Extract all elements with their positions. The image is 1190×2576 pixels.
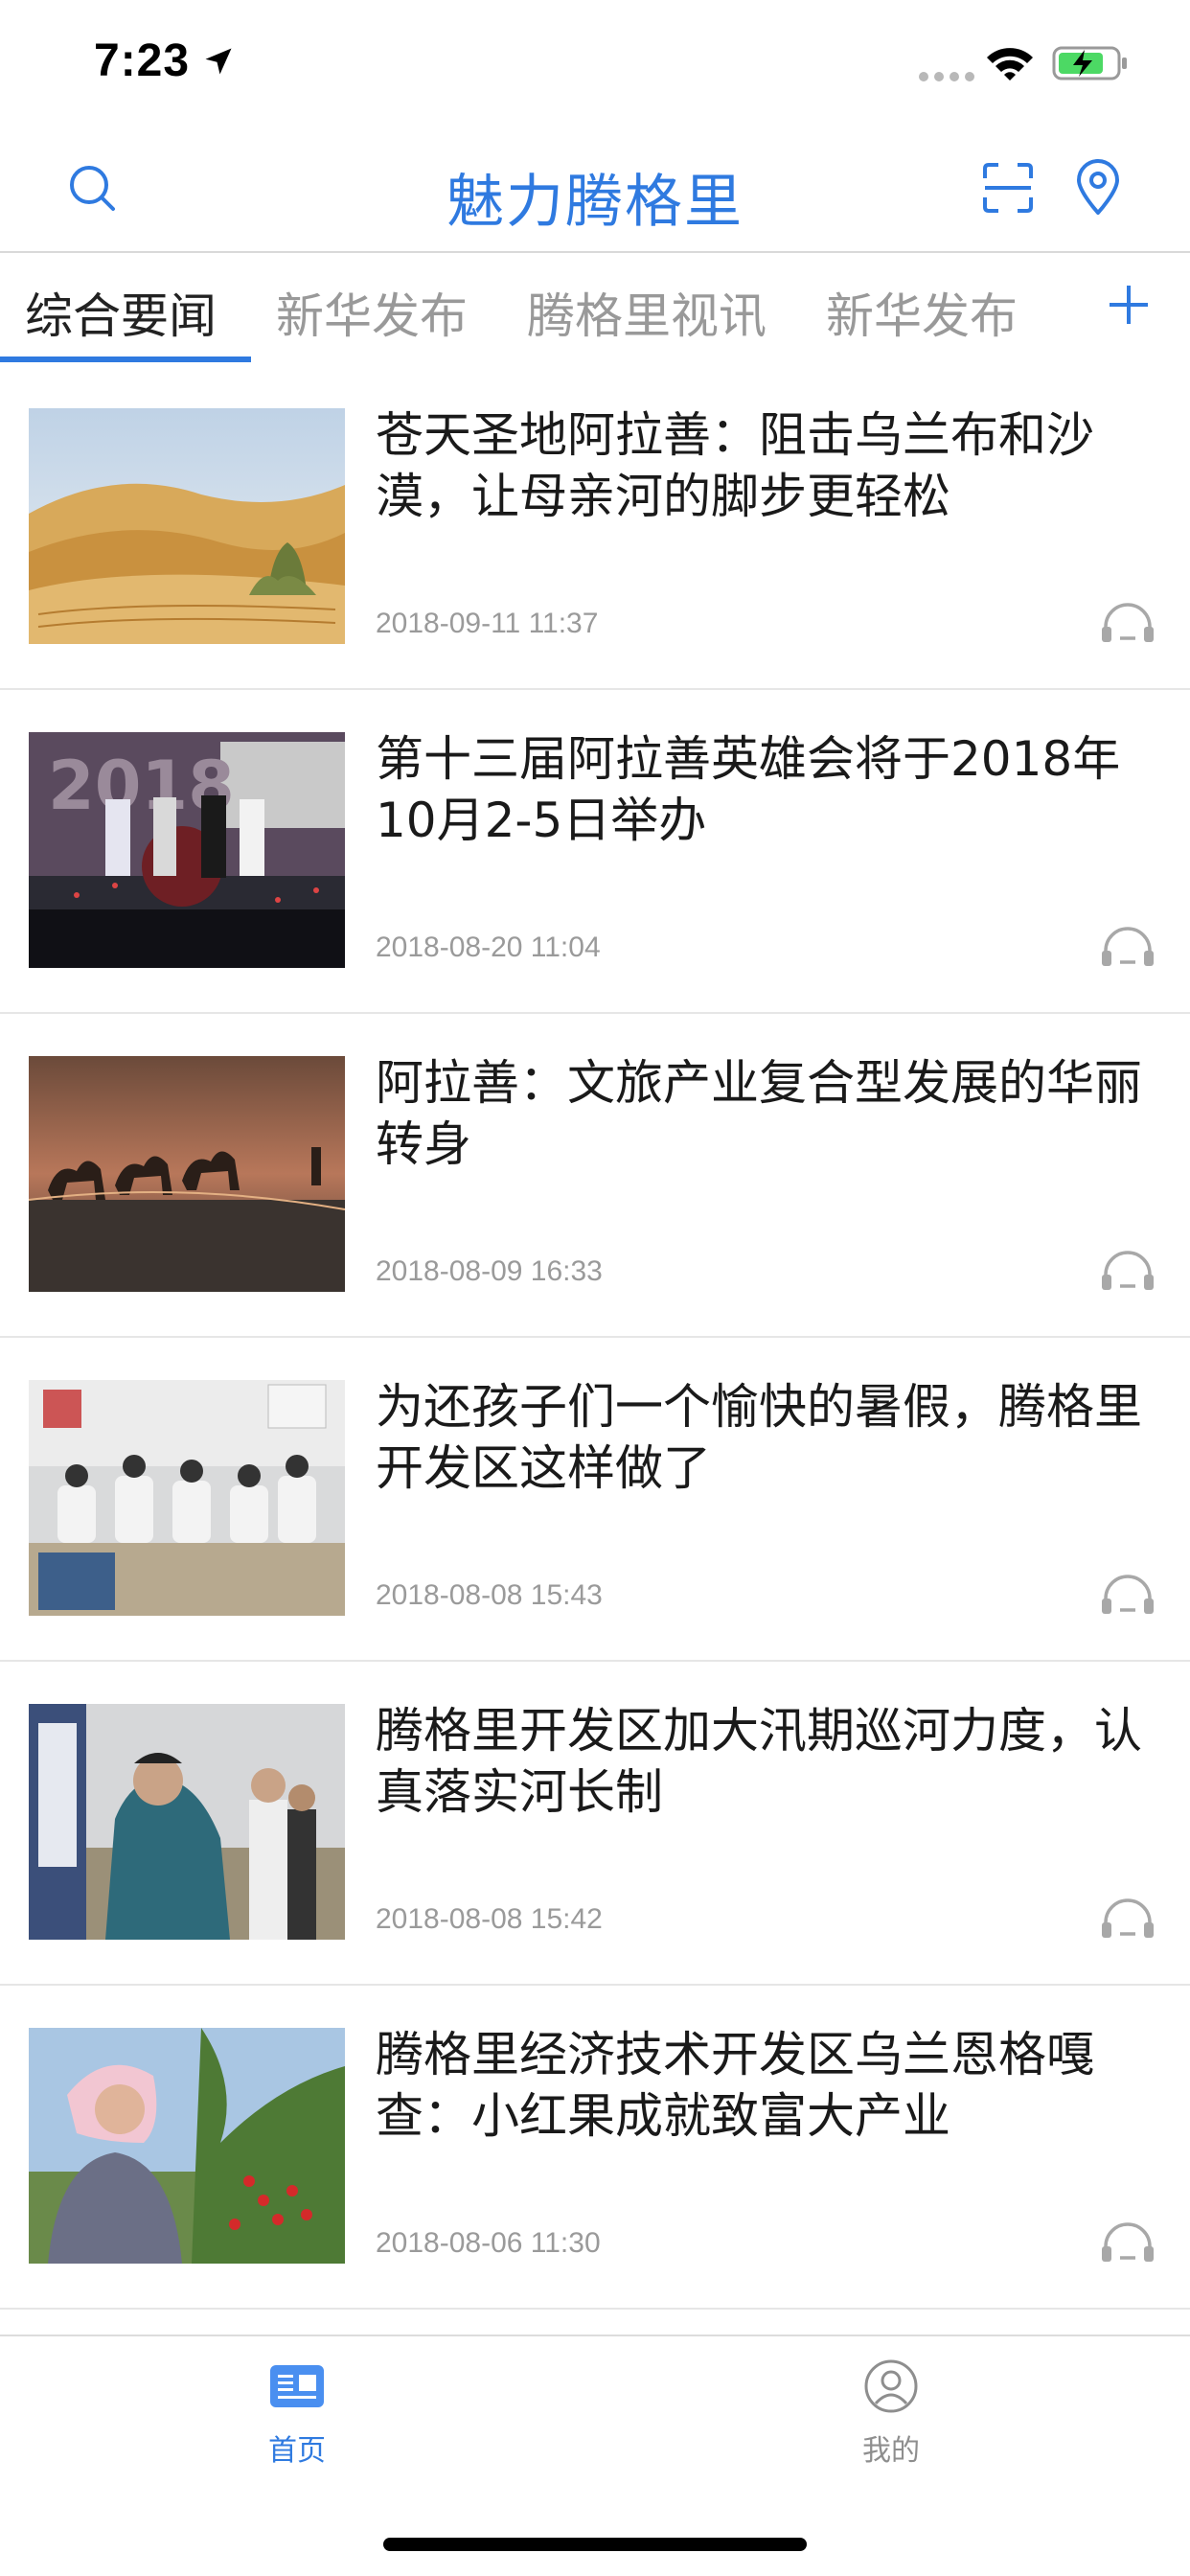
status-bar: 7:23 <box>0 0 1190 126</box>
article-item[interactable]: 腾格里经济技术开发区乌兰恩格嘎查：小红果成就致富大产业 2018-08-06 1… <box>0 1986 1190 2310</box>
headphones-icon[interactable] <box>1100 1572 1156 1616</box>
article-time: 2018-08-09 16:33 <box>376 1255 603 1287</box>
headphones-icon[interactable] <box>1100 1248 1156 1292</box>
headphones-icon[interactable] <box>1100 1896 1156 1940</box>
wifi-icon <box>987 48 1033 80</box>
tab-tenggeli-shixun[interactable]: 腾格里视讯 <box>527 278 767 347</box>
tab-zonghe-yaowen[interactable]: 综合要闻 <box>25 278 217 347</box>
article-thumbnail <box>29 1380 345 1616</box>
headphones-icon[interactable] <box>1100 600 1156 644</box>
article-title: 腾格里经济技术开发区乌兰恩格嘎查：小红果成就致富大产业 <box>376 2027 1094 2144</box>
article-time: 2018-08-08 15:42 <box>376 1903 603 1935</box>
plus-icon[interactable] <box>1100 276 1157 334</box>
status-time: 7:23 <box>94 35 191 86</box>
article-title: 阿拉善：文旅产业复合型发展的华丽转身 <box>376 1055 1142 1172</box>
app-screen: 7:23 魅力腾格里 综合要闻 新华发布 腾格里视讯 新华发布 苍天圣地阿拉善：… <box>0 0 1190 2576</box>
article-item[interactable]: 为还孩子们一个愉快的暑假，腾格里开发区这样做了 2018-08-08 15:43 <box>0 1338 1190 1662</box>
article-time: 2018-08-06 11:30 <box>376 2227 601 2259</box>
home-indicator <box>383 2538 807 2551</box>
location-button[interactable] <box>1060 150 1136 226</box>
article-title: 为还孩子们一个愉快的暑假，腾格里开发区这样做了 <box>376 1379 1142 1496</box>
article-time: 2018-09-11 11:37 <box>376 608 599 639</box>
article-thumbnail <box>29 408 345 644</box>
news-icon <box>270 2365 324 2407</box>
article-list: 苍天圣地阿拉善：阻击乌兰布和沙漠，让母亲河的脚步更轻松 2018-09-11 1… <box>0 366 1190 2310</box>
article-time: 2018-08-08 15:43 <box>376 1579 603 1611</box>
top-nav-bar: 魅力腾格里 <box>0 126 1190 253</box>
tabbar-item-me[interactable]: 我的 <box>795 2356 987 2469</box>
article-item[interactable]: 2018 第十三届阿拉善英雄会将于2018年10月2-5日举办 2018-08-… <box>0 690 1190 1014</box>
scan-button[interactable] <box>970 150 1046 226</box>
location-arrow-icon <box>205 48 232 75</box>
article-thumbnail: 2018 <box>29 732 345 968</box>
cellular-signal-icon <box>919 72 974 81</box>
article-item[interactable]: 阿拉善：文旅产业复合型发展的华丽转身 2018-08-09 16:33 <box>0 1014 1190 1338</box>
article-thumbnail <box>29 2028 345 2264</box>
article-item[interactable]: 腾格里开发区加大汛期巡河力度，认真落实河长制 2018-08-08 15:42 <box>0 1662 1190 1986</box>
article-thumbnail <box>29 1056 345 1292</box>
tabbar-item-home[interactable]: 首页 <box>201 2356 393 2469</box>
category-tabs: 综合要闻 新华发布 腾格里视讯 新华发布 <box>0 253 1190 366</box>
tabbar-label-me: 我的 <box>862 2434 920 2468</box>
article-time: 2018-08-20 11:04 <box>376 932 601 963</box>
article-item[interactable]: 苍天圣地阿拉善：阻击乌兰布和沙漠，让母亲河的脚步更轻松 2018-09-11 1… <box>0 366 1190 690</box>
article-title: 苍天圣地阿拉善：阻击乌兰布和沙漠，让母亲河的脚步更轻松 <box>376 407 1094 524</box>
headphones-icon[interactable] <box>1100 924 1156 968</box>
headphones-icon[interactable] <box>1100 2220 1156 2264</box>
battery-charging-icon <box>1052 46 1127 80</box>
location-pin-icon <box>1077 159 1119 215</box>
article-title: 腾格里开发区加大汛期巡河力度，认真落实河长制 <box>376 1703 1142 1820</box>
tab-xinhua-fabu-2[interactable]: 新华发布 <box>826 278 1018 347</box>
tab-xinhua-fabu[interactable]: 新华发布 <box>276 278 468 347</box>
tabbar-label-home: 首页 <box>268 2434 326 2468</box>
scan-icon <box>983 163 1033 213</box>
active-tab-indicator <box>0 356 251 362</box>
article-thumbnail <box>29 1704 345 1940</box>
article-title: 第十三届阿拉善英雄会将于2018年10月2-5日举办 <box>376 731 1121 848</box>
user-icon <box>864 2359 918 2413</box>
